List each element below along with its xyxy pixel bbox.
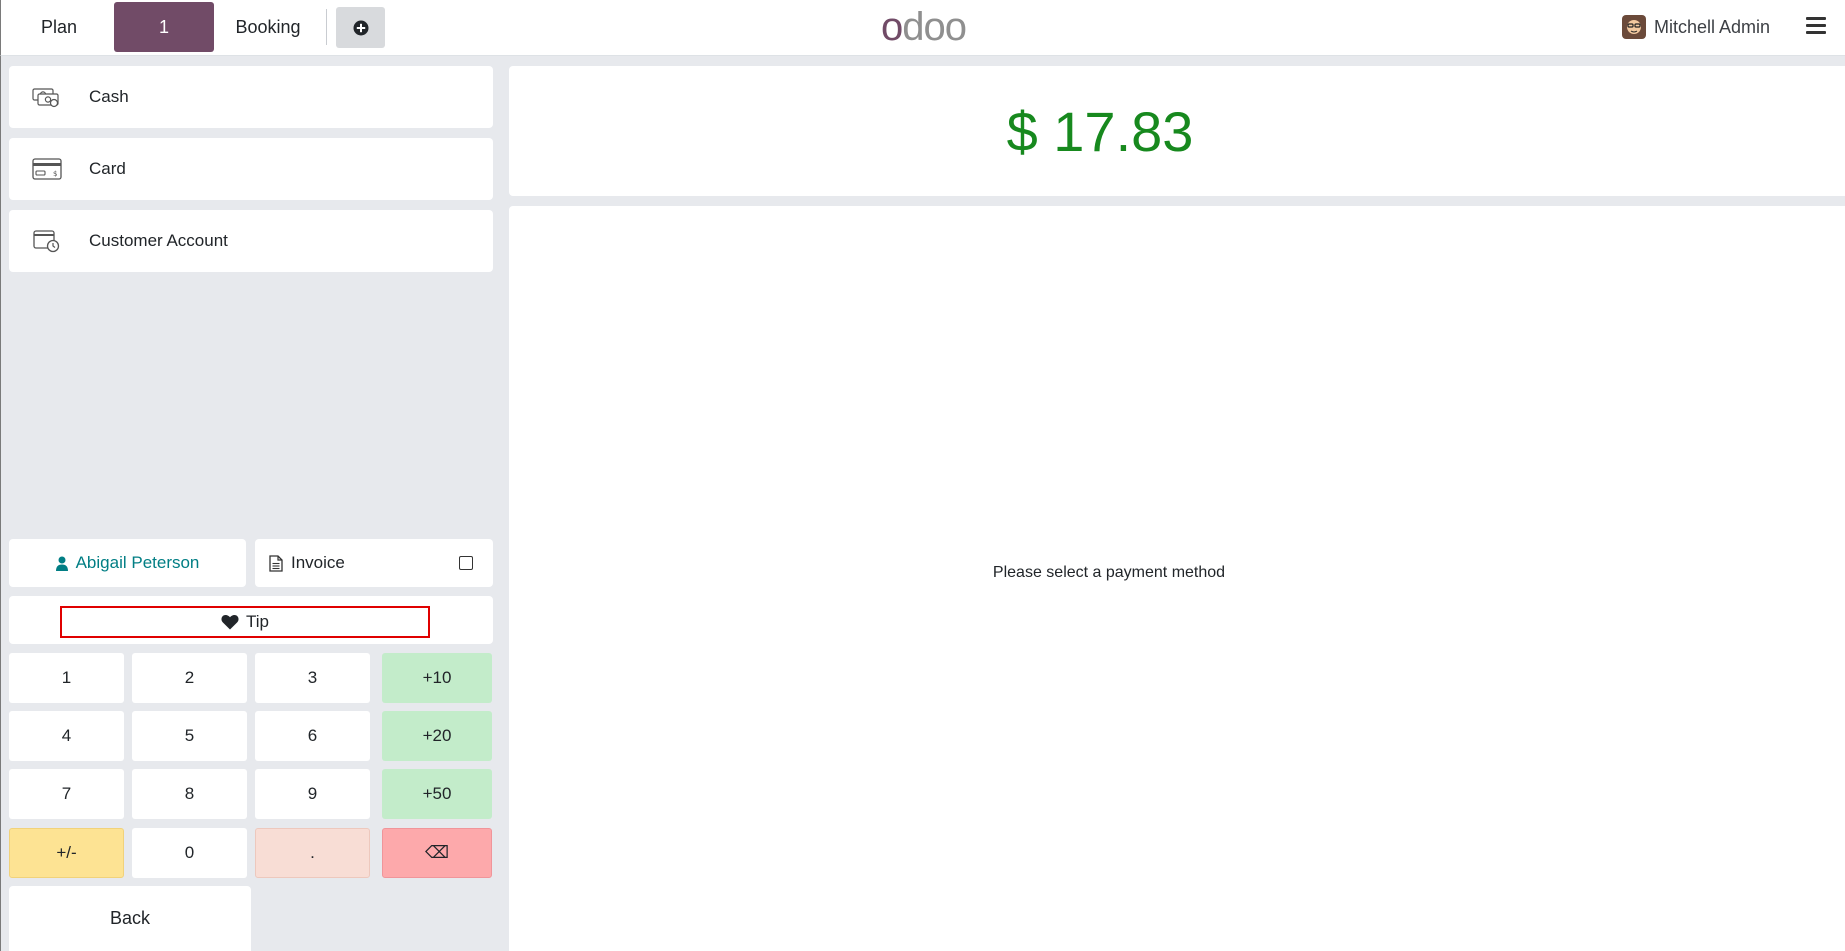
payment-method-cash[interactable]: Cash xyxy=(9,66,493,128)
order-tab[interactable]: 1 xyxy=(114,2,214,52)
window-edge xyxy=(0,56,1,951)
user-icon xyxy=(55,556,68,571)
payment-method-label: Customer Account xyxy=(89,231,228,250)
numpad-key-0[interactable]: 0 xyxy=(132,828,247,878)
numpad-key-plus-20[interactable]: +20 xyxy=(382,711,492,761)
invoice-label: Invoice xyxy=(291,553,345,572)
numpad-key-3[interactable]: 3 xyxy=(255,653,370,703)
plus-circle-icon xyxy=(353,20,368,35)
odoo-logo: o doo xyxy=(881,4,967,49)
payment-method-card[interactable]: $ Card xyxy=(9,138,493,200)
customer-account-icon xyxy=(32,229,62,253)
invoice-toggle[interactable]: Invoice xyxy=(255,539,493,587)
customer-name: Abigail Peterson xyxy=(75,553,200,572)
svg-text:$: $ xyxy=(53,170,57,178)
numpad-key-plus-10[interactable]: +10 xyxy=(382,653,492,703)
new-order-button[interactable] xyxy=(336,7,385,48)
numpad-key-sign[interactable]: +/- xyxy=(9,828,124,878)
numpad-key-9[interactable]: 9 xyxy=(255,769,370,819)
card-icon: $ xyxy=(32,157,62,181)
cash-icon xyxy=(32,85,62,109)
numpad-key-8[interactable]: 8 xyxy=(132,769,247,819)
numpad-key-2[interactable]: 2 xyxy=(132,653,247,703)
numpad-key-plus-50[interactable]: +50 xyxy=(382,769,492,819)
payment-method-label: Card xyxy=(89,159,126,178)
total-due-panel: $ 17.83 xyxy=(509,66,1845,196)
numpad-key-7[interactable]: 7 xyxy=(9,769,124,819)
menu-icon[interactable] xyxy=(1806,17,1826,35)
payment-method-customer-account[interactable]: Customer Account xyxy=(9,210,493,272)
numpad-key-decimal[interactable]: . xyxy=(255,828,370,878)
heart-icon xyxy=(221,614,239,630)
booking-button[interactable]: Booking xyxy=(221,2,315,52)
total-amount: $ 17.83 xyxy=(1006,99,1194,163)
payment-method-label: Cash xyxy=(89,87,129,106)
numpad-key-backspace[interactable]: ⌫ xyxy=(382,828,492,878)
user-avatar-icon xyxy=(1627,20,1641,34)
document-icon xyxy=(269,554,283,572)
plan-button[interactable]: Plan xyxy=(21,2,97,52)
tip-button[interactable]: Tip xyxy=(60,606,430,638)
invoice-checkbox[interactable] xyxy=(459,556,473,570)
user-name: Mitchell Admin xyxy=(1654,16,1771,37)
payment-lines-panel: Please select a payment method xyxy=(509,206,1845,951)
user-menu[interactable]: Mitchell Admin xyxy=(1622,12,1770,42)
customer-button[interactable]: Abigail Peterson xyxy=(9,539,246,587)
numpad-key-1[interactable]: 1 xyxy=(9,653,124,703)
avatar xyxy=(1622,15,1646,39)
numpad-key-5[interactable]: 5 xyxy=(132,711,247,761)
top-navbar: Plan 1 Booking o doo Mitchell Admin xyxy=(0,0,1845,56)
numpad-key-6[interactable]: 6 xyxy=(255,711,370,761)
navbar-divider xyxy=(326,9,327,45)
select-payment-message: Please select a payment method xyxy=(992,564,1226,581)
tip-row: Tip xyxy=(9,596,493,644)
tip-label: Tip xyxy=(246,612,269,631)
numpad-key-4[interactable]: 4 xyxy=(9,711,124,761)
back-button[interactable]: Back xyxy=(9,886,251,951)
